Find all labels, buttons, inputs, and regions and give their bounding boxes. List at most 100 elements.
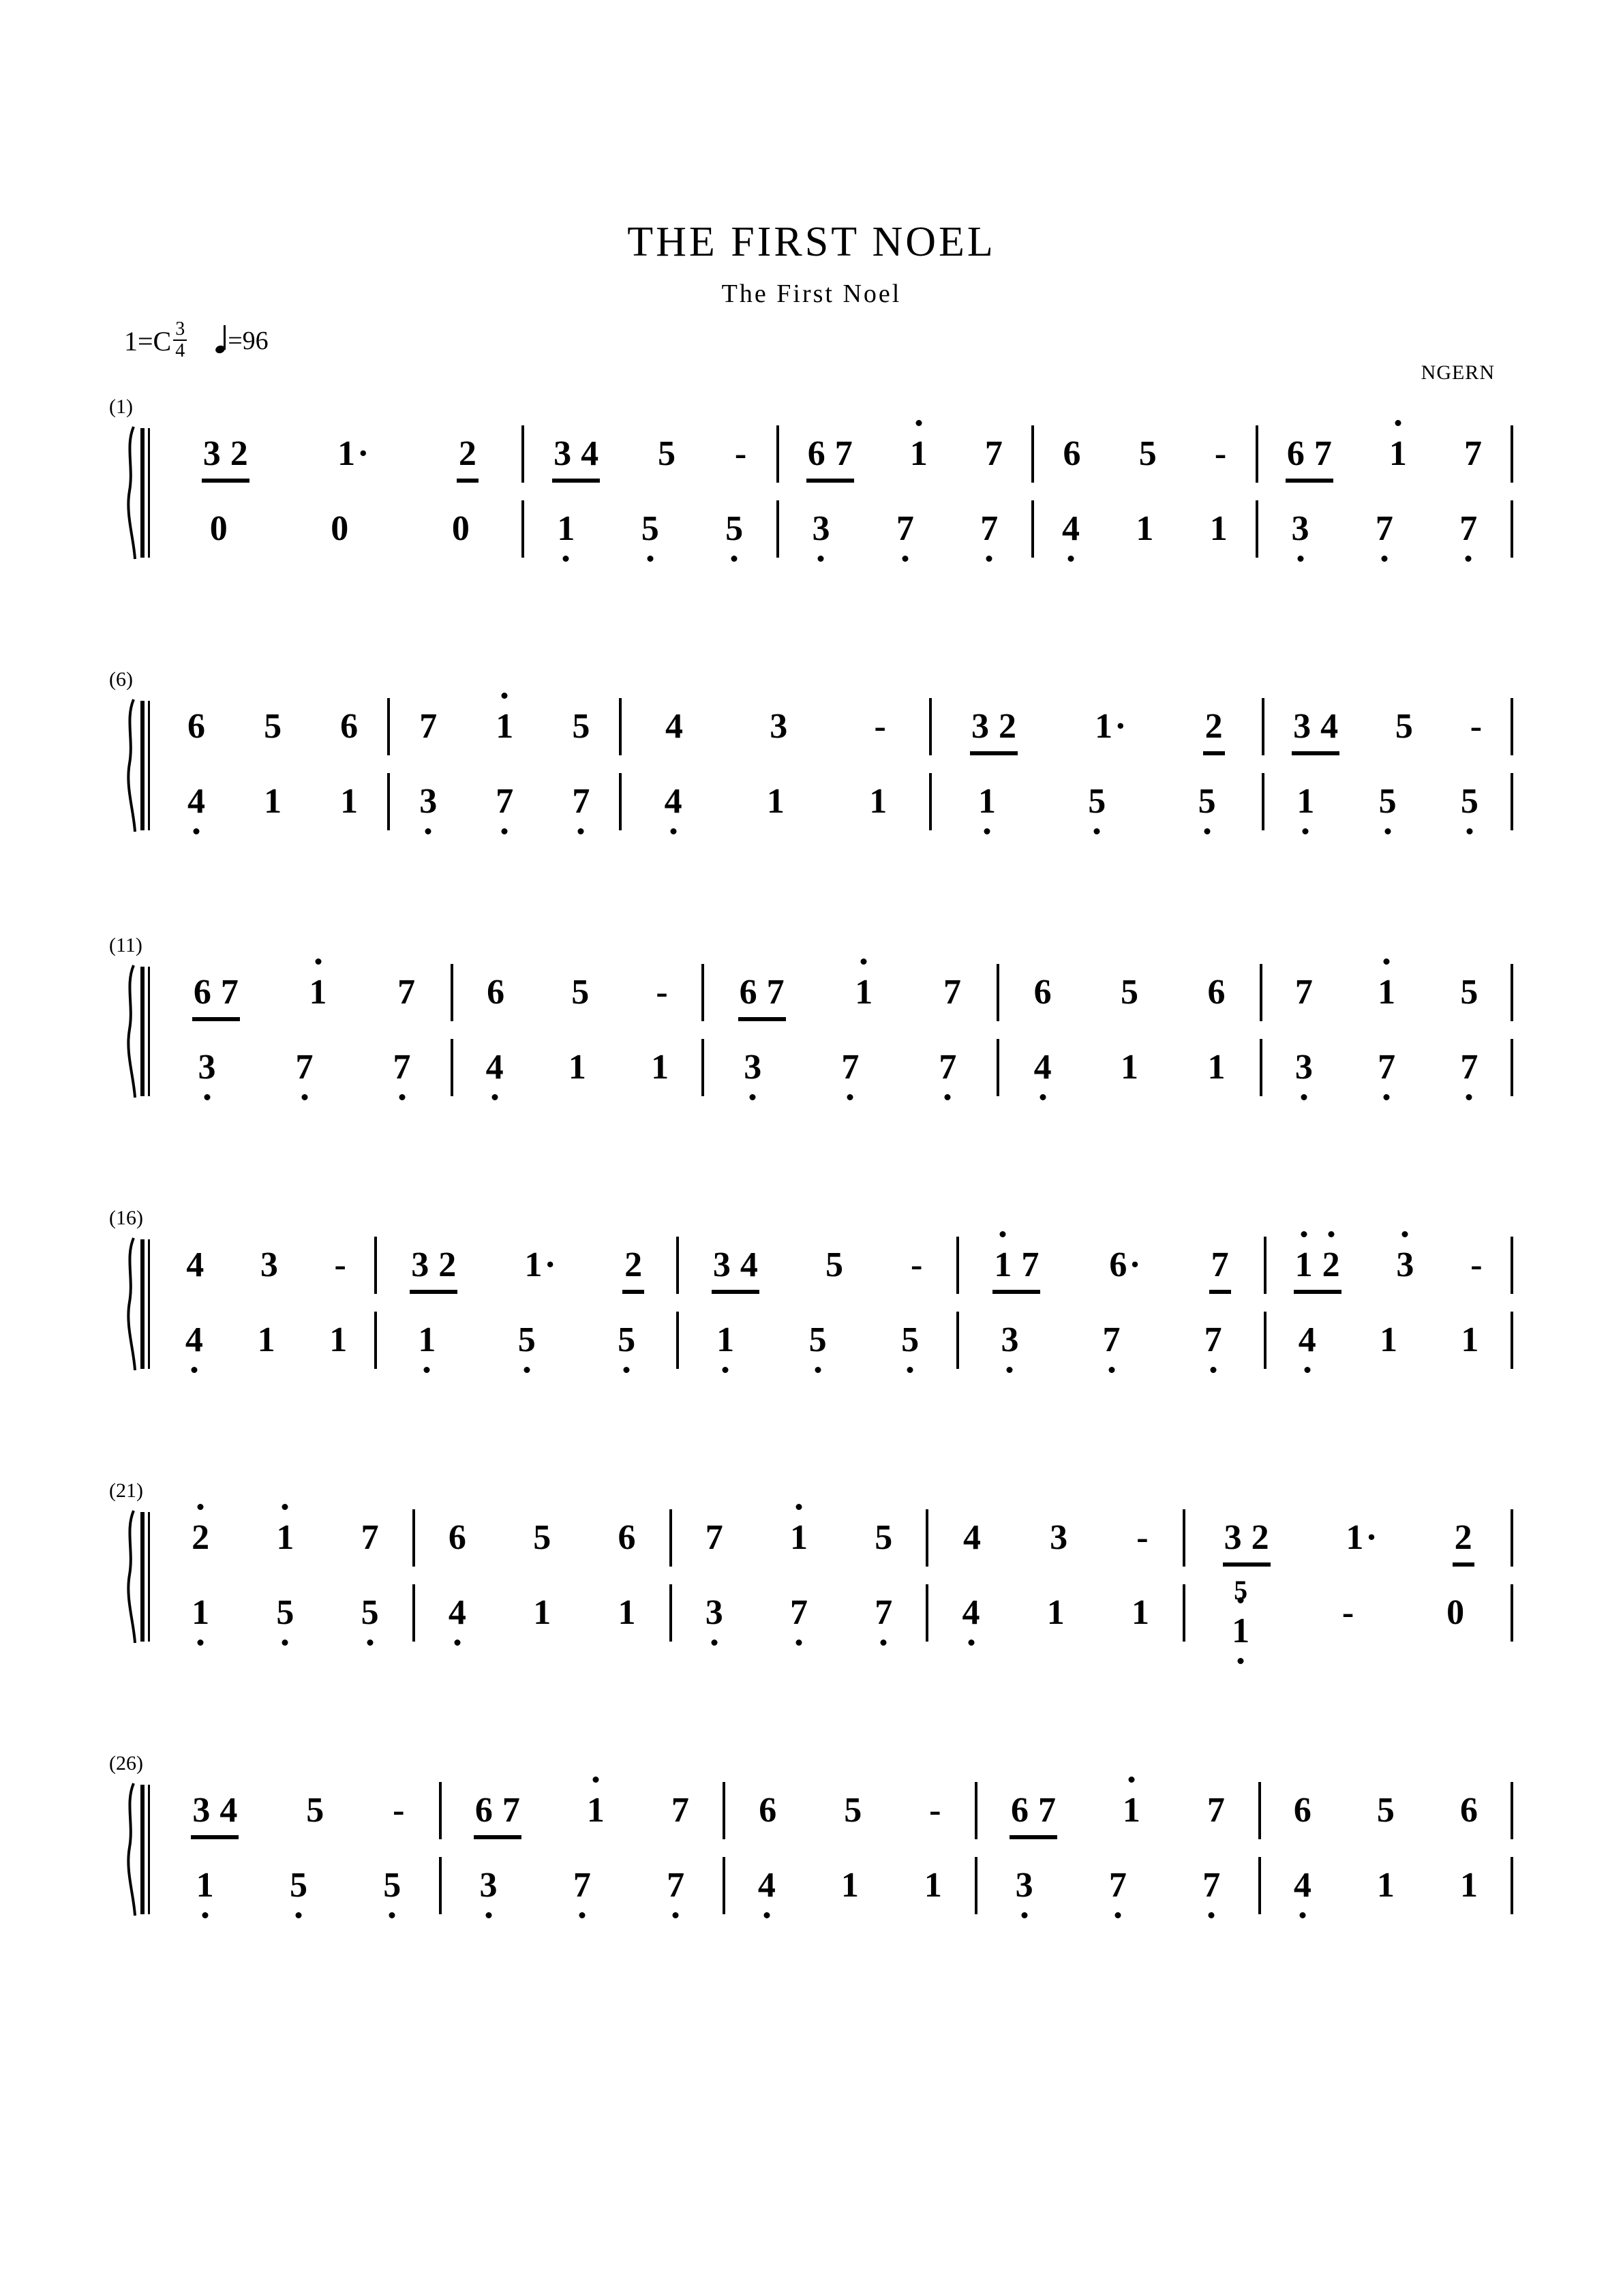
octave-down-dot-icon xyxy=(902,556,909,562)
note: 7 xyxy=(1376,511,1393,562)
note: 1 xyxy=(855,958,873,1010)
system-start-barline-thin xyxy=(148,701,150,830)
octave-down-dot-icon xyxy=(623,1367,630,1373)
octave-up-dot-icon xyxy=(282,1504,288,1510)
octave-down-dot-icon xyxy=(1204,828,1211,834)
note: 7 xyxy=(705,1518,723,1557)
note: 3 xyxy=(712,1245,731,1284)
note: 3 xyxy=(1295,1050,1313,1100)
melody-row: 6 5 6 7 1 5 4 3-3 2 1· 2 3 4 5- xyxy=(158,693,1513,755)
octave-down-dot-icon xyxy=(1006,1367,1013,1373)
note: 5 xyxy=(290,1868,307,1918)
barline xyxy=(1511,1584,1514,1642)
note: 7 xyxy=(361,1518,379,1557)
measure: 3 7 7 xyxy=(442,1857,723,1918)
note: 4 xyxy=(758,1868,776,1918)
octave-up-dot-icon xyxy=(999,1231,1006,1237)
note: 2 xyxy=(192,1504,209,1556)
beam-group: 32 xyxy=(201,434,249,483)
octave-down-dot-icon xyxy=(1297,556,1304,562)
note: 7 xyxy=(1202,1868,1220,1918)
measure: 7 1 5 xyxy=(672,1504,926,1567)
measure: 6717 xyxy=(1258,420,1511,483)
beam-line xyxy=(201,479,249,483)
octave-down-dot-icon xyxy=(197,1640,204,1646)
beam-group: 67 xyxy=(1285,436,1333,483)
note: 7 xyxy=(766,973,785,1012)
note: 5 xyxy=(875,1518,893,1557)
measure: 7 1 5 xyxy=(1262,958,1511,1021)
octave-down-dot-icon xyxy=(485,1912,492,1918)
rest-note: 0 xyxy=(1446,1593,1465,1632)
beam-group: 34 xyxy=(552,436,601,483)
measure: 4 1 1 xyxy=(415,1584,669,1646)
octave-down-dot-icon xyxy=(880,1640,887,1646)
note: 5 xyxy=(533,1518,551,1557)
note: 7 xyxy=(939,1050,956,1100)
note: 7 xyxy=(1207,1791,1225,1830)
octave-down-dot-icon xyxy=(1210,1367,1217,1373)
octave-up-dot-icon xyxy=(915,420,922,426)
note: 4 xyxy=(187,784,205,834)
octave-down-dot-icon xyxy=(1021,1912,1028,1918)
duration-dash: - xyxy=(734,434,747,473)
note: 7 xyxy=(496,784,513,834)
beam-line xyxy=(192,1017,240,1021)
octave-down-dot-icon xyxy=(647,556,654,562)
note: 2 xyxy=(1322,1231,1340,1283)
octave-up-dot-icon xyxy=(501,693,508,699)
octave-up-dot-icon xyxy=(1401,1231,1408,1237)
beam-line xyxy=(473,1835,521,1839)
time-signature: 3 4 xyxy=(173,320,187,361)
note: 3 xyxy=(770,707,788,746)
beam-group: 67 xyxy=(1009,1793,1057,1839)
beam-group: 67 xyxy=(738,973,786,1021)
system-start-barline-thin xyxy=(148,1512,150,1642)
note: 4 xyxy=(449,1595,466,1646)
note: 3 xyxy=(971,707,989,746)
page-title: THE FIRST NOEL xyxy=(627,219,996,265)
duration-dash: - xyxy=(929,1791,941,1830)
note: 1 xyxy=(1296,784,1314,834)
time-signature-numerator: 3 xyxy=(173,320,187,341)
octave-up-dot-icon xyxy=(1237,1597,1244,1603)
note: 6 xyxy=(187,707,206,746)
note: 6 xyxy=(618,1518,636,1557)
note: 1· xyxy=(337,434,369,473)
note: 4 xyxy=(962,1518,981,1557)
barline xyxy=(1510,425,1513,483)
measure-number-label: (1) xyxy=(109,395,133,418)
brace-icon xyxy=(116,1509,139,1644)
octave-down-dot-icon xyxy=(1466,828,1473,834)
note: 5 xyxy=(361,1595,379,1646)
note: 7 xyxy=(671,1791,689,1830)
note: 5 xyxy=(571,973,590,1012)
octave-down-dot-icon xyxy=(562,556,569,562)
measure: 3 7 7 xyxy=(158,1039,451,1100)
note: 5 xyxy=(306,1791,324,1830)
note: 4 xyxy=(185,1323,203,1373)
note: 4 xyxy=(1034,1050,1052,1100)
system-start-barline xyxy=(140,1239,145,1369)
duration-dash: - xyxy=(911,1245,923,1284)
duration-dash: - xyxy=(1214,434,1227,473)
measure: 51 - 0 xyxy=(1185,1577,1511,1664)
quarter-note-icon xyxy=(214,325,226,354)
note: 1 xyxy=(557,511,575,562)
note: 6 xyxy=(807,434,825,473)
octave-up-dot-icon xyxy=(795,1504,802,1510)
measure: 3 2 1· 2 xyxy=(158,425,521,483)
octave-down-dot-icon xyxy=(193,828,200,834)
note: 7 xyxy=(1021,1245,1040,1284)
system-start-barline xyxy=(140,1785,145,1914)
note: 1 xyxy=(1459,1866,1478,1905)
note: 3 xyxy=(202,434,221,473)
note: 1 xyxy=(587,1777,605,1828)
note: 5 xyxy=(1461,784,1478,834)
measure: 6717 xyxy=(779,420,1031,483)
bass-row: 4 1 1 3 7 7 4 1 1 1 5 5 1 5 5 xyxy=(158,773,1513,834)
note: 3 xyxy=(1292,511,1309,562)
note: 4 xyxy=(486,1050,504,1100)
barline xyxy=(1511,964,1513,1021)
melody-row: 671765-6717656715 xyxy=(158,958,1513,1021)
